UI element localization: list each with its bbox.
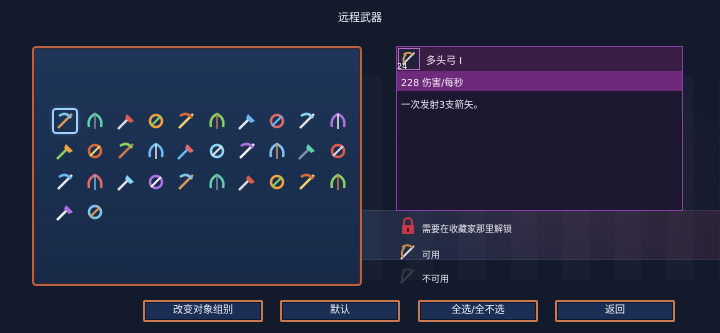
dps-bar: 228 伤害/每秒 [397, 71, 682, 91]
bow-icon[interactable] [206, 110, 228, 132]
throwing-knife-icon[interactable] [296, 140, 318, 162]
scythe-icon[interactable] [175, 140, 197, 162]
lightning-rod-icon[interactable] [84, 201, 106, 223]
fire-axe-icon[interactable] [296, 171, 318, 193]
cards-icon[interactable] [54, 201, 76, 223]
ice-bow-icon[interactable] [145, 110, 167, 132]
electric-whip-icon[interactable] [236, 171, 258, 193]
multiple-nocks-icon[interactable] [84, 140, 106, 162]
ice-bow-icon[interactable] [236, 110, 258, 132]
sonic-crossbow-icon[interactable] [327, 110, 349, 132]
fire-bolt-icon[interactable] [115, 171, 137, 193]
legend-unavailable-text: 不可用 [422, 275, 450, 285]
nerves-of-steel-icon[interactable] [266, 140, 288, 162]
heavy-crossbow-icon[interactable] [54, 140, 76, 162]
quick-bow-icon[interactable] [175, 110, 197, 132]
weapon-name: 多头弓 I [426, 56, 463, 67]
magic-bow-icon[interactable] [296, 110, 318, 132]
magic-missile-icon[interactable] [266, 171, 288, 193]
weapon-detail-panel: 24 多头弓 I 228 伤害/每秒 一次发射3支箭矢。 [396, 46, 683, 211]
frost-blast-icon[interactable] [145, 171, 167, 193]
legend-available-text: 可用 [422, 251, 441, 261]
weapon-description: 一次发射3支箭矢。 [401, 100, 484, 111]
boomerang-icon[interactable] [115, 140, 137, 162]
weapon-level: 24 [397, 62, 408, 71]
default-button[interactable]: 默认 [280, 300, 400, 322]
spear-icon[interactable] [206, 140, 228, 162]
toggle-all-button[interactable]: 全选/全不选 [418, 300, 538, 322]
lightning-icon[interactable] [206, 171, 228, 193]
alchemic-crossbow-icon[interactable] [266, 110, 288, 132]
crossbow-icon[interactable] [52, 108, 78, 134]
fire-blast-icon[interactable] [54, 171, 76, 193]
change-group-button[interactable]: 改变对象组别 [143, 300, 263, 322]
whip-icon[interactable] [327, 140, 349, 162]
weapon-grid-panel [32, 46, 362, 286]
ice-shard-icon[interactable] [84, 171, 106, 193]
page-title: 远程武器 [338, 11, 382, 24]
back-button[interactable]: 返回 [555, 300, 675, 322]
sparkle-icon[interactable] [175, 171, 197, 193]
legend-locked-text: 需要在收藏家那里解锁 [422, 225, 513, 235]
detail-header: 24 多头弓 I [397, 47, 682, 71]
available-weapon-icon [400, 244, 415, 260]
twin-bows-icon[interactable] [115, 110, 137, 132]
hydra-bow-icon[interactable] [84, 110, 106, 132]
bow-icon[interactable] [327, 171, 349, 193]
lock-icon [402, 217, 414, 234]
war-javelin-icon[interactable] [236, 140, 258, 162]
pickaxe-icon[interactable] [145, 140, 167, 162]
dps-text: 228 伤害/每秒 [401, 78, 464, 89]
unavailable-weapon-icon [400, 268, 415, 284]
